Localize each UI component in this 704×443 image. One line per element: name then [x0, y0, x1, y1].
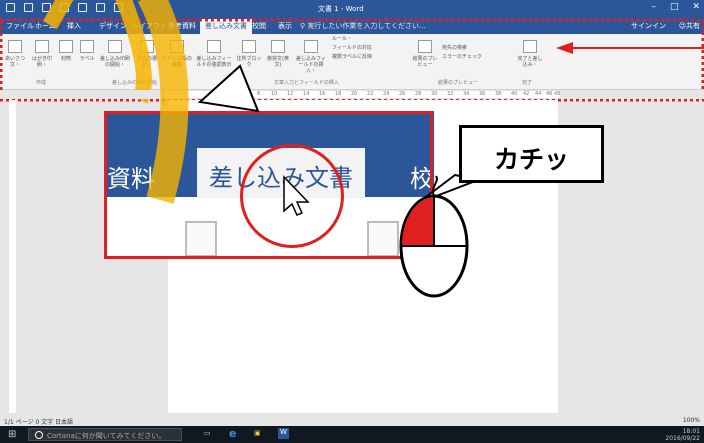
status-bar: 1/1 ページ 0 文字 日本語 100% — [0, 413, 704, 426]
clock-date: 2016/09/22 — [665, 435, 700, 442]
taskbar: ⊞ Cortanaに何か聞いてみてください。 ▭ e ▣ W 18:01 201… — [0, 426, 704, 443]
zoom-level[interactable]: 100% — [683, 417, 700, 424]
cortana-placeholder: Cortanaに何か聞いてみてください。 — [47, 432, 166, 440]
clock-time: 18:01 — [682, 428, 700, 435]
windows-logo-icon[interactable]: ⊞ — [8, 429, 16, 440]
pointer-arrow-head — [556, 42, 573, 54]
click-callout: カチッ — [459, 125, 604, 183]
system-tray: 18:01 2016/09/22 — [665, 428, 700, 442]
task-view-icon[interactable]: ▭ — [204, 429, 211, 437]
cortana-icon — [35, 431, 43, 439]
root: 文書 1 - Word – □ ✕ ファイル ホーム 挿入 デザイン レイアウト… — [0, 0, 704, 443]
zoom-pointer-triangle — [197, 64, 260, 113]
mouse-icon — [399, 175, 469, 298]
explorer-icon[interactable]: ▣ — [254, 429, 261, 437]
tutorial-overlay-shapes — [137, 0, 482, 298]
mouse-left-button — [399, 194, 435, 247]
edge-icon[interactable]: e — [229, 427, 236, 440]
word-icon[interactable]: W — [278, 428, 289, 439]
cortana-search-box[interactable]: Cortanaに何か聞いてみてください。 — [28, 428, 182, 441]
pointer-arrow-shaft — [573, 47, 704, 49]
mouse-cursor-icon — [283, 175, 310, 216]
marker-stroke-3 — [137, 0, 189, 204]
status-left-text: 1/1 ページ 0 文字 日本語 — [4, 419, 73, 426]
